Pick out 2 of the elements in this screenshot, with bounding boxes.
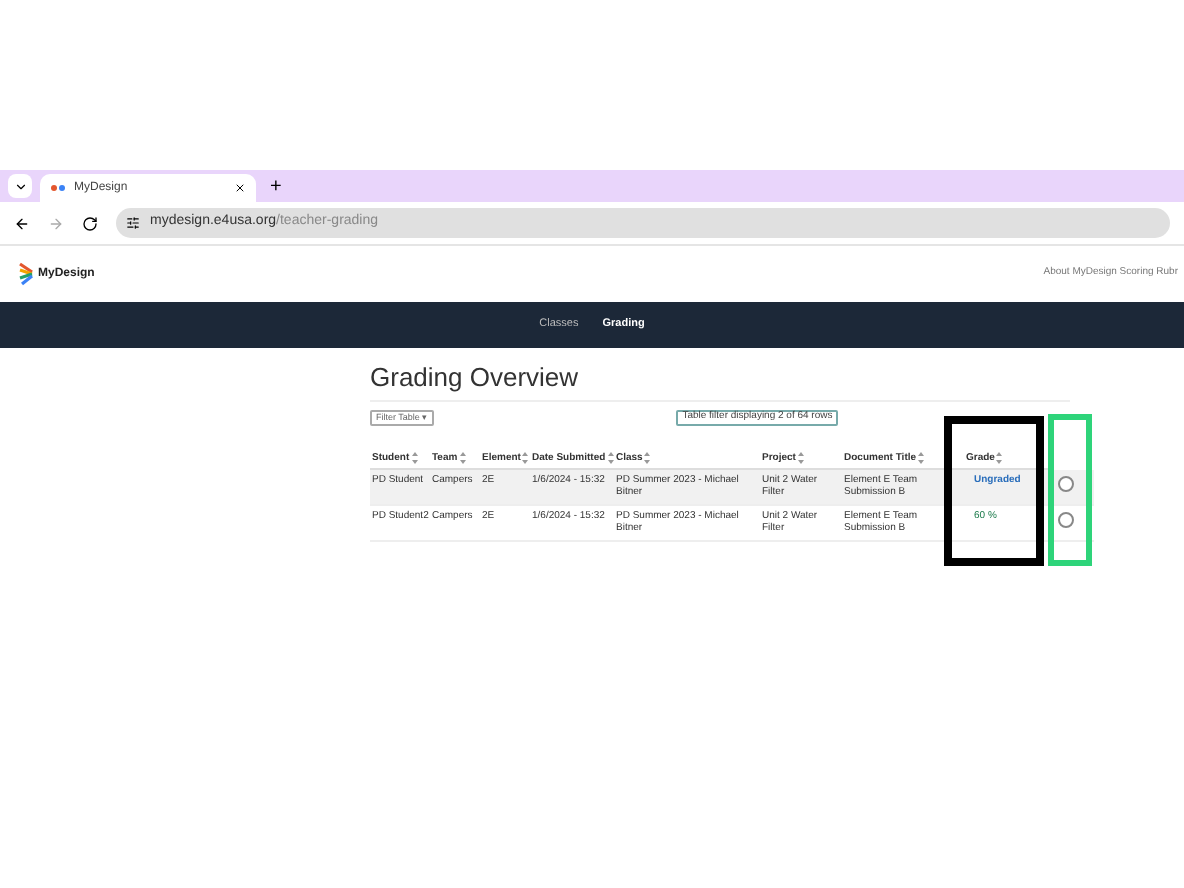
page-title: Grading Overview [370,362,1070,402]
new-tab-button[interactable]: + [264,174,288,202]
